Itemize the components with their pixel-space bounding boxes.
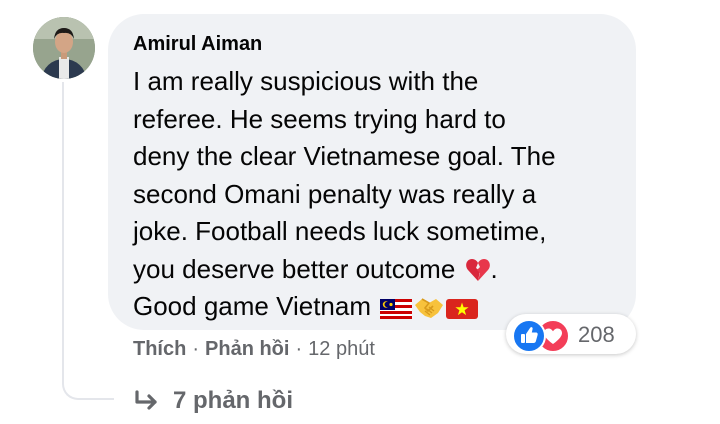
action-separator: ·: [192, 338, 200, 360]
avatar-photo: [33, 17, 95, 79]
comment-line-4: second Omani penalty was really a: [133, 178, 537, 209]
broken-heart-icon: [465, 257, 491, 283]
reply-action-link[interactable]: Phản hồi: [205, 338, 289, 360]
reply-arrow-icon: [135, 390, 157, 410]
avatar[interactable]: [33, 17, 95, 79]
thread-connector-line: [62, 82, 114, 400]
comment-line-6-text: you deserve better outcome: [133, 253, 456, 284]
comment-actions: Thích · Phản hồi · 12 phút: [133, 338, 375, 361]
action-separator: ·: [295, 338, 303, 360]
comment-timestamp[interactable]: 12 phút: [308, 338, 375, 360]
comment-line-3: deny the clear Vietnamese goal. The: [133, 141, 556, 171]
comment-line-6-suffix: .: [490, 253, 498, 284]
comment-line-5: joke. Football needs luck sometime,: [133, 216, 547, 246]
view-replies-link[interactable]: 7 phản hồi: [133, 385, 293, 417]
comment-author-name[interactable]: Amirul Aiman: [133, 33, 262, 56]
comment-line-2: referee. He seems trying hard to: [133, 103, 506, 134]
comment-line-1: I am really suspicious with the: [133, 66, 479, 96]
comment-line-6: you deserve better outcome .: [133, 251, 623, 289]
malaysia-flag-icon: [380, 298, 413, 320]
like-action-link[interactable]: Thích: [133, 338, 186, 360]
vietnam-flag-icon: [446, 298, 479, 320]
comment-body: I am really suspicious with the referee.…: [133, 63, 623, 326]
handshake-icon: [414, 296, 444, 320]
comment-line-7-text: Good game Vietnam: [133, 291, 371, 321]
reaction-summary[interactable]: 208: [506, 314, 636, 354]
like-icon: [512, 319, 546, 353]
comment-thread: Amirul Aiman I am really suspicious with…: [0, 0, 720, 424]
replies-count-label: 7 phản hồi: [173, 387, 293, 414]
reaction-count: 208: [578, 322, 615, 347]
